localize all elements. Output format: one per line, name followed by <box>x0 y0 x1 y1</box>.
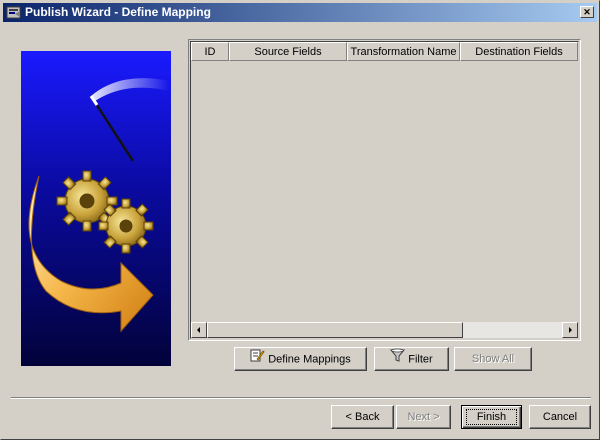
column-header-source-fields[interactable]: Source Fields <box>229 42 347 61</box>
window-title: Publish Wizard - Define Mapping <box>25 5 211 19</box>
close-button[interactable]: ✕ <box>580 6 594 18</box>
scroll-right-button[interactable] <box>562 322 578 338</box>
column-header-transformation-name[interactable]: Transformation Name <box>347 42 460 61</box>
filter-label: Filter <box>408 353 433 366</box>
show-all-button[interactable]: Show All <box>454 347 532 371</box>
app-icon <box>6 5 22 20</box>
scroll-left-button[interactable] <box>191 322 207 338</box>
back-button[interactable]: < Back <box>331 405 394 429</box>
title-bar[interactable]: Publish Wizard - Define Mapping ✕ <box>3 3 597 22</box>
next-button[interactable]: Next > <box>396 405 451 429</box>
funnel-icon <box>390 348 406 371</box>
define-mappings-label: Define Mappings <box>268 353 351 366</box>
define-mappings-button[interactable]: Define Mappings <box>234 347 367 371</box>
column-header-destination-fields[interactable]: Destination Fields <box>460 42 578 61</box>
edit-document-icon <box>250 348 265 371</box>
finish-label: Finish <box>465 409 518 425</box>
separator <box>11 397 591 399</box>
close-icon: ✕ <box>583 7 591 17</box>
cancel-button[interactable]: Cancel <box>529 405 591 429</box>
arrow-left-icon <box>197 327 200 333</box>
table-body[interactable] <box>191 61 578 322</box>
arrow-right-icon <box>569 327 572 333</box>
horizontal-scrollbar[interactable] <box>191 322 578 338</box>
scroll-thumb[interactable] <box>207 322 463 338</box>
mapping-table: ID Source Fields Transformation Name Des… <box>188 39 581 341</box>
column-header-id[interactable]: ID <box>191 42 229 61</box>
finish-button[interactable]: Finish <box>461 405 522 429</box>
table-header: ID Source Fields Transformation Name Des… <box>191 42 578 61</box>
filter-button[interactable]: Filter <box>374 347 449 371</box>
publish-wizard-window: Publish Wizard - Define Mapping ✕ ID Sou… <box>0 0 600 440</box>
wizard-graphic <box>21 51 171 366</box>
